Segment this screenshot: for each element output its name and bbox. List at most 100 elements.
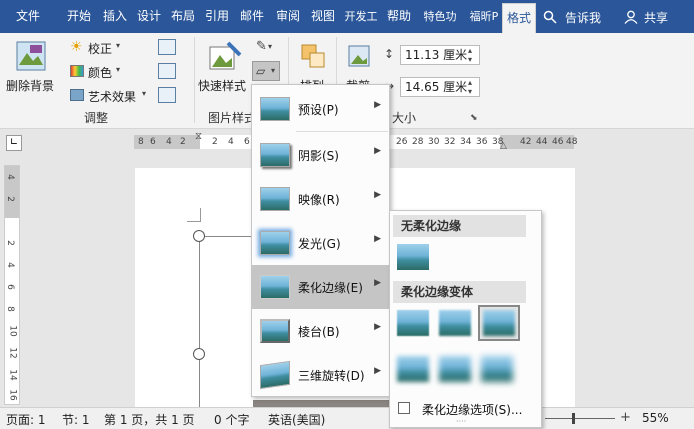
ruler-number: 2 — [4, 240, 15, 246]
status-bar: 页面: 1 节: 1 第 1 页，共 1 页 0 个字 英语(美国) + 55% — [0, 407, 694, 429]
indent-marker[interactable]: ⧖ — [195, 131, 202, 142]
tab-selector[interactable]: ∟ — [6, 135, 22, 151]
corrections-button[interactable]: ☀ 校正 ▾ — [70, 39, 130, 57]
ruler-number: 4 — [4, 262, 15, 268]
tab-insert[interactable]: 插入 — [98, 0, 132, 33]
picture-effects-menu: 预设(P) ▶ 阴影(S) ▶ 映像(R) ▶ 发光(G) ▶ 柔化边缘(E) … — [251, 84, 390, 397]
ruler-number: 6 — [4, 284, 15, 290]
menu-item-3d-rotation[interactable]: 三维旋转(D) ▶ — [252, 353, 389, 397]
color-button[interactable]: 颜色 ▾ — [70, 63, 130, 81]
chevron-right-icon: ▶ — [374, 322, 381, 332]
zoom-in-icon[interactable]: + — [620, 410, 631, 425]
ruler-number: 16 — [7, 389, 18, 401]
resize-grip-icon[interactable]: ···· — [456, 417, 466, 426]
change-picture-button[interactable] — [158, 63, 176, 79]
tab-special[interactable]: 特色功 — [416, 0, 464, 33]
soft-edge-variant-swatch[interactable] — [394, 353, 432, 385]
menu-item-label: 三维旋转(D) — [298, 369, 365, 383]
zoom-slider-thumb[interactable] — [572, 413, 575, 424]
soft-edge-variant-swatch[interactable] — [478, 305, 520, 341]
artistic-effects-button[interactable]: 艺术效果 ▾ — [70, 87, 154, 105]
compress-pictures-button[interactable] — [158, 39, 176, 55]
menu-item-reflection[interactable]: 映像(R) ▶ — [252, 177, 389, 221]
menu-item-label: 阴影(S) — [298, 149, 339, 163]
person-icon — [624, 10, 638, 24]
resize-handle[interactable] — [193, 230, 205, 242]
soft-edge-variant-swatch[interactable] — [478, 353, 516, 385]
search-icon — [543, 10, 557, 24]
3d-rotation-icon — [260, 360, 290, 390]
tab-home[interactable]: 开始 — [62, 0, 96, 33]
remove-background-button[interactable]: 删除背景 — [4, 37, 58, 97]
swatch-preview — [397, 244, 429, 270]
ruler-number: 36 — [476, 137, 488, 147]
ruler-number: 10 — [7, 325, 18, 337]
swatch-preview — [439, 310, 471, 336]
ruler-number: 26 — [396, 137, 408, 147]
ribbon-tab-bar: 文件 开始 插入 设计 布局 引用 邮件 审阅 视图 开发工 帮助 特色功 福昕… — [0, 0, 694, 33]
chevron-down-icon: ▾ — [116, 41, 121, 50]
group-divider — [194, 37, 195, 123]
menu-item-glow[interactable]: 发光(G) ▶ — [252, 221, 389, 265]
picture-effects-button[interactable]: ▱ ▾ — [252, 61, 280, 81]
ruler-number: 30 — [428, 137, 440, 147]
menu-item-label: 映像(R) — [298, 193, 340, 207]
effects-icon: ▱ — [256, 64, 266, 78]
tab-mailings[interactable]: 邮件 — [234, 0, 270, 33]
spinner-icon[interactable]: ▴ ▾ — [468, 46, 472, 64]
soft-edge-variants-heading: 柔化边缘变体 — [393, 281, 526, 303]
tab-references[interactable]: 引用 — [200, 0, 234, 33]
chevron-right-icon: ▶ — [374, 278, 381, 288]
resize-handle[interactable] — [193, 348, 205, 360]
quick-styles-button[interactable]: 快速样式 — [198, 37, 250, 101]
soft-edge-variant-swatch[interactable] — [436, 353, 474, 385]
soft-edges-submenu: 无柔化边缘 柔化边缘变体 柔化边缘选项(S)... ···· — [389, 210, 542, 428]
ruler-number: 2 — [4, 196, 15, 202]
zoom-slider[interactable] — [545, 418, 615, 419]
menu-item-preset[interactable]: 预设(P) ▶ — [252, 87, 389, 131]
chevron-down-icon: ▾ — [268, 42, 273, 51]
status-zoom-level[interactable]: 55% — [642, 411, 669, 425]
status-page[interactable]: 页面: 1 — [6, 411, 46, 428]
status-language[interactable]: 英语(美国) — [268, 411, 325, 428]
picture-border-button[interactable]: ✎ ▾ — [254, 39, 276, 57]
menu-item-bevel[interactable]: 棱台(B) ▶ — [252, 309, 389, 353]
size-group-label: 大小 — [392, 111, 417, 125]
tab-review[interactable]: 审阅 — [270, 0, 306, 33]
soft-edge-variant-swatch[interactable] — [394, 307, 432, 339]
ruler-number: 46 — [552, 137, 564, 147]
chevron-right-icon: ▶ — [374, 366, 381, 376]
spinner-icon[interactable]: ▴ ▾ — [468, 78, 472, 96]
sun-icon: ☀ — [70, 39, 83, 55]
selected-picture[interactable] — [199, 236, 259, 408]
swatch-preview — [397, 356, 429, 382]
shadow-icon — [260, 143, 290, 167]
chevron-right-icon: ▶ — [374, 100, 381, 110]
tab-help[interactable]: 帮助 — [382, 0, 416, 33]
tab-foxit[interactable]: 福昕P — [464, 0, 504, 33]
menu-item-label: 发光(G) — [298, 237, 341, 251]
tab-design[interactable]: 设计 — [132, 0, 166, 33]
soft-edge-none-swatch[interactable] — [394, 241, 432, 273]
picture-styles-group-label: 图片样式 — [208, 111, 257, 125]
tab-view[interactable]: 视图 — [306, 0, 340, 33]
tab-file[interactable]: 文件 — [6, 0, 50, 33]
status-word-count[interactable]: 0 个字 — [214, 411, 249, 428]
tab-format[interactable]: 格式 — [502, 3, 536, 33]
tell-me-label: 告诉我 — [565, 11, 602, 25]
dialog-launcher-icon[interactable]: ⬊ — [470, 113, 478, 123]
reset-picture-button[interactable] — [158, 87, 176, 103]
vertical-ruler[interactable]: 4 2 2 4 6 8 10 12 14 16 — [4, 165, 20, 405]
chevron-down-icon: ▾ — [116, 65, 121, 74]
status-section[interactable]: 节: 1 — [62, 411, 90, 428]
status-page-count[interactable]: 第 1 页，共 1 页 — [104, 411, 195, 428]
tab-layout[interactable]: 布局 — [166, 0, 200, 33]
share-label: 共享 — [644, 11, 669, 25]
tab-developer[interactable]: 开发工 — [340, 0, 382, 33]
menu-item-soft-edges[interactable]: 柔化边缘(E) ▶ — [252, 265, 389, 309]
chevron-right-icon: ▶ — [374, 234, 381, 244]
menu-item-shadow[interactable]: 阴影(S) ▶ — [252, 133, 389, 177]
right-indent-marker[interactable]: △ — [500, 141, 507, 151]
soft-edge-variant-swatch[interactable] — [436, 307, 474, 339]
ruler-number: 8 — [138, 137, 144, 147]
